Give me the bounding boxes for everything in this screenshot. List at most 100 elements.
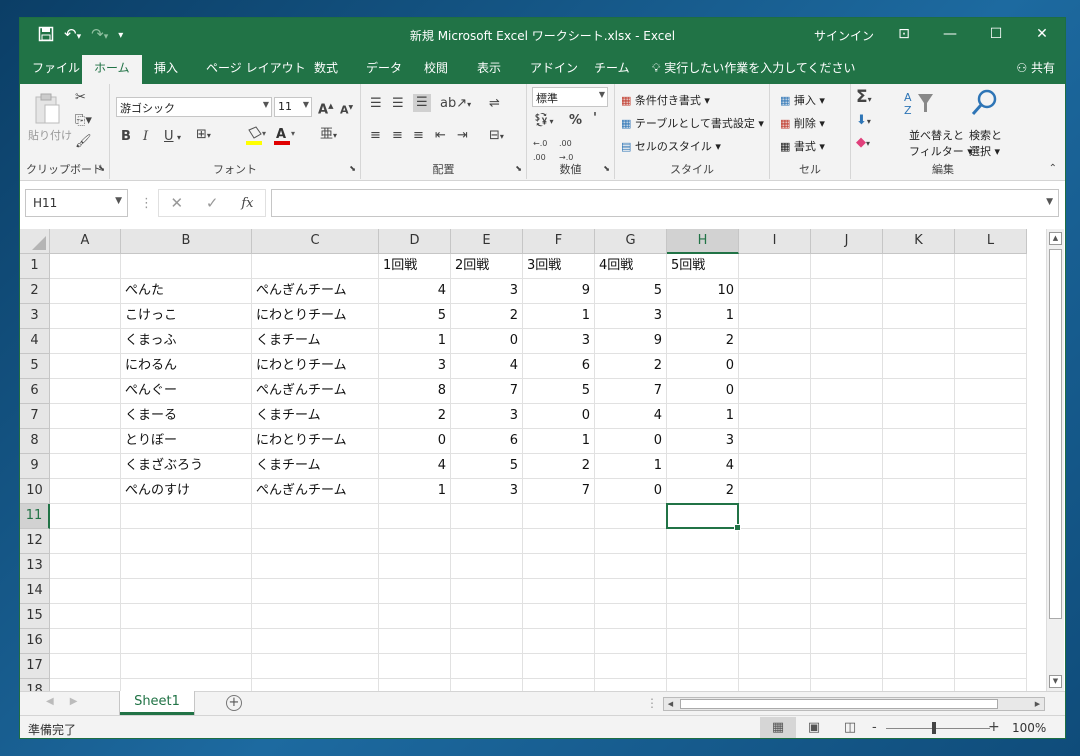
tell-me-box[interactable]: 💡︎ 実行したい作業を入力してください — [652, 59, 856, 76]
cell[interactable] — [451, 604, 523, 629]
cell[interactable] — [523, 554, 595, 579]
cell[interactable] — [50, 354, 121, 379]
row-header-13[interactable]: 13 — [20, 554, 50, 579]
cell[interactable] — [883, 629, 955, 654]
cell[interactable] — [883, 604, 955, 629]
share-button[interactable]: ⚇ 共有 — [1016, 59, 1055, 76]
cell[interactable] — [955, 529, 1027, 554]
score-cell[interactable]: 5 — [523, 379, 595, 404]
delete-cells-button[interactable]: ▦ 削除 ▾ — [780, 115, 825, 131]
player-name-cell[interactable]: ぺんのすけ — [121, 479, 252, 504]
cell[interactable] — [50, 554, 121, 579]
cell[interactable] — [50, 479, 121, 504]
phonetic-icon[interactable]: 亜▾ — [320, 128, 337, 143]
font-size-dropdown[interactable]: 11 ▼ — [274, 97, 312, 117]
italic-button[interactable]: I — [143, 130, 148, 144]
cell[interactable] — [955, 329, 1027, 354]
merge-center-icon[interactable]: ⊟▾ — [489, 129, 504, 144]
cell[interactable] — [955, 654, 1027, 679]
cell[interactable] — [523, 604, 595, 629]
team-name-cell[interactable]: にわとりチーム — [252, 304, 379, 329]
cell[interactable] — [595, 629, 667, 654]
row-header-11[interactable]: 11 — [20, 504, 50, 529]
cell[interactable] — [121, 679, 252, 691]
row-header-3[interactable]: 3 — [20, 304, 50, 329]
player-name-cell[interactable]: こけっこ — [121, 304, 252, 329]
tab-insert[interactable]: 挿入 — [154, 59, 178, 76]
cell[interactable] — [739, 304, 811, 329]
score-cell[interactable]: 2 — [667, 479, 739, 504]
cut-icon[interactable]: ✂ — [75, 91, 86, 105]
cell[interactable] — [121, 254, 252, 279]
cell[interactable] — [739, 354, 811, 379]
cell[interactable] — [252, 579, 379, 604]
format-painter-icon[interactable]: 🖌︎ — [75, 135, 92, 149]
cell[interactable] — [50, 529, 121, 554]
column-header-a[interactable]: A — [50, 229, 121, 254]
score-cell[interactable]: 2 — [667, 329, 739, 354]
cell[interactable] — [50, 429, 121, 454]
score-cell[interactable]: 2 — [523, 454, 595, 479]
cell[interactable] — [739, 404, 811, 429]
cell[interactable] — [252, 529, 379, 554]
cell[interactable] — [955, 404, 1027, 429]
cell[interactable] — [811, 679, 883, 691]
cell[interactable] — [811, 254, 883, 279]
close-button[interactable]: ✕ — [1019, 18, 1065, 51]
cell[interactable] — [667, 579, 739, 604]
row-header-2[interactable]: 2 — [20, 279, 50, 304]
cell[interactable] — [883, 254, 955, 279]
cell[interactable] — [667, 604, 739, 629]
cell[interactable] — [811, 279, 883, 304]
cell[interactable] — [955, 504, 1027, 529]
score-cell[interactable]: 4 — [595, 404, 667, 429]
cell[interactable] — [883, 304, 955, 329]
zoom-slider[interactable] — [886, 728, 990, 729]
cell[interactable] — [811, 454, 883, 479]
cell[interactable] — [739, 329, 811, 354]
cell[interactable] — [451, 554, 523, 579]
score-cell[interactable]: 3 — [595, 304, 667, 329]
scroll-down-icon[interactable]: ▼ — [1049, 675, 1062, 688]
score-cell[interactable]: 5 — [595, 279, 667, 304]
team-name-cell[interactable]: ぺんぎんチーム — [252, 279, 379, 304]
cell[interactable] — [50, 454, 121, 479]
row-header-9[interactable]: 9 — [20, 454, 50, 479]
row-header-7[interactable]: 7 — [20, 404, 50, 429]
cell[interactable] — [379, 579, 451, 604]
cell[interactable] — [451, 679, 523, 691]
cell[interactable] — [811, 604, 883, 629]
cell[interactable] — [955, 379, 1027, 404]
page-break-view-icon[interactable]: ◫ — [832, 717, 868, 738]
team-name-cell[interactable]: にわとりチーム — [252, 354, 379, 379]
cell[interactable] — [811, 354, 883, 379]
paste-label[interactable]: 貼り付け — [28, 127, 72, 143]
borders-icon[interactable]: ⊞▾ — [196, 128, 211, 143]
cell[interactable] — [739, 654, 811, 679]
cell[interactable] — [595, 604, 667, 629]
cell[interactable] — [955, 254, 1027, 279]
score-cell[interactable]: 8 — [379, 379, 451, 404]
cell[interactable] — [883, 354, 955, 379]
cell[interactable] — [811, 629, 883, 654]
align-right-icon[interactable]: ≡ — [413, 129, 424, 143]
cell[interactable] — [451, 529, 523, 554]
score-cell[interactable]: 1 — [379, 479, 451, 504]
score-cell[interactable]: 1 — [667, 404, 739, 429]
cell[interactable] — [523, 654, 595, 679]
cell[interactable] — [739, 554, 811, 579]
find-select-label[interactable]: 検索と 選択 ▾ — [969, 127, 1002, 159]
row-header-12[interactable]: 12 — [20, 529, 50, 554]
scroll-right-icon[interactable]: ▶ — [1031, 698, 1044, 710]
cell[interactable] — [739, 429, 811, 454]
column-header-b[interactable]: B — [121, 229, 252, 254]
maximize-button[interactable]: ☐ — [973, 18, 1019, 51]
cell[interactable] — [739, 679, 811, 691]
cell[interactable] — [252, 554, 379, 579]
row-header-18[interactable]: 18 — [20, 679, 50, 691]
underline-button[interactable]: U — [164, 130, 174, 144]
tab-addins[interactable]: アドイン — [530, 59, 578, 76]
format-cells-button[interactable]: ▦ 書式 ▾ — [780, 138, 825, 154]
tab-page-layout[interactable]: ページ レイアウト — [206, 59, 306, 76]
round-header-cell[interactable]: 4回戦 — [595, 254, 667, 279]
